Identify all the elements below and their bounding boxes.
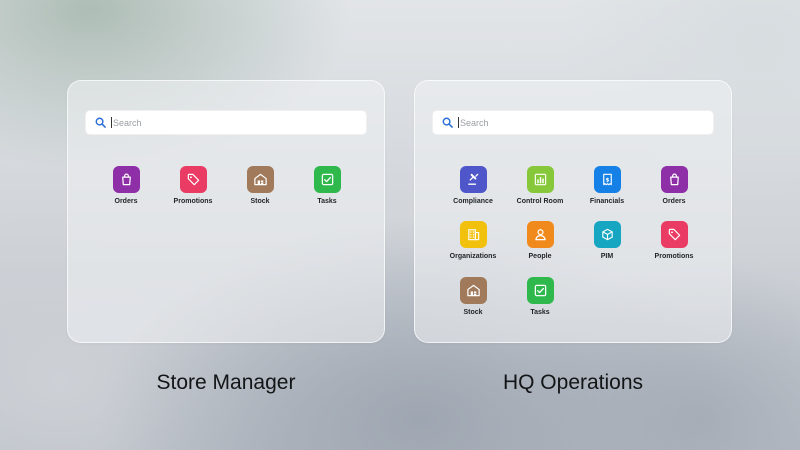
store-manager-panel: Orders Promotions Stock Tasks <box>67 80 385 343</box>
tag-icon <box>179 166 207 193</box>
app-label: Stock <box>463 309 483 316</box>
checkbox-icon <box>313 166 341 193</box>
app-people[interactable]: People <box>508 221 572 260</box>
search-icon <box>95 117 106 128</box>
app-label: Tasks <box>317 198 337 205</box>
app-stock[interactable]: Stock <box>441 277 505 316</box>
checkbox-icon <box>526 277 554 304</box>
app-label: Promotions <box>654 253 694 260</box>
app-label: Control Room <box>516 198 564 205</box>
app-organizations[interactable]: Organizations <box>441 221 505 260</box>
app-label: Organizations <box>449 253 497 260</box>
hq-operations-title: HQ Operations <box>502 371 644 394</box>
gavel-icon <box>459 166 487 193</box>
app-label: People <box>528 253 552 260</box>
app-promotions[interactable]: Promotions <box>642 221 706 260</box>
app-orders[interactable]: Orders <box>642 166 706 205</box>
app-compliance[interactable]: Compliance <box>441 166 505 205</box>
app-pim[interactable]: PIM <box>575 221 639 260</box>
app-label: Promotions <box>173 198 213 205</box>
shopping-bag-icon <box>660 166 688 193</box>
store-manager-title: Store Manager <box>156 371 296 394</box>
search-input[interactable] <box>111 117 311 128</box>
app-tasks[interactable]: Tasks <box>295 166 359 205</box>
app-label: Financials <box>589 198 625 205</box>
shopping-bag-icon <box>112 166 140 193</box>
search-icon <box>442 117 453 128</box>
hq-operations-panel: Compliance Control Room $ Financials Ord… <box>414 80 732 343</box>
app-tasks[interactable]: Tasks <box>508 277 572 316</box>
search-bar[interactable] <box>85 110 367 135</box>
warehouse-icon <box>246 166 274 193</box>
app-financials[interactable]: $ Financials <box>575 166 639 205</box>
app-label: PIM <box>600 253 614 260</box>
receipt-icon: $ <box>593 166 621 193</box>
building-icon <box>459 221 487 248</box>
app-label: Tasks <box>530 309 550 316</box>
person-icon <box>526 221 554 248</box>
app-control-room[interactable]: Control Room <box>508 166 572 205</box>
svg-text:$: $ <box>605 177 609 183</box>
cube-icon <box>593 221 621 248</box>
app-stock[interactable]: Stock <box>228 166 292 205</box>
tag-icon <box>660 221 688 248</box>
warehouse-icon <box>459 277 487 304</box>
app-orders[interactable]: Orders <box>94 166 158 205</box>
bar-chart-icon <box>526 166 554 193</box>
app-label: Compliance <box>453 198 493 205</box>
app-label: Orders <box>114 198 138 205</box>
app-promotions[interactable]: Promotions <box>161 166 225 205</box>
app-label: Orders <box>662 198 686 205</box>
search-input[interactable] <box>458 117 658 128</box>
search-bar[interactable] <box>432 110 714 135</box>
app-label: Stock <box>250 198 270 205</box>
